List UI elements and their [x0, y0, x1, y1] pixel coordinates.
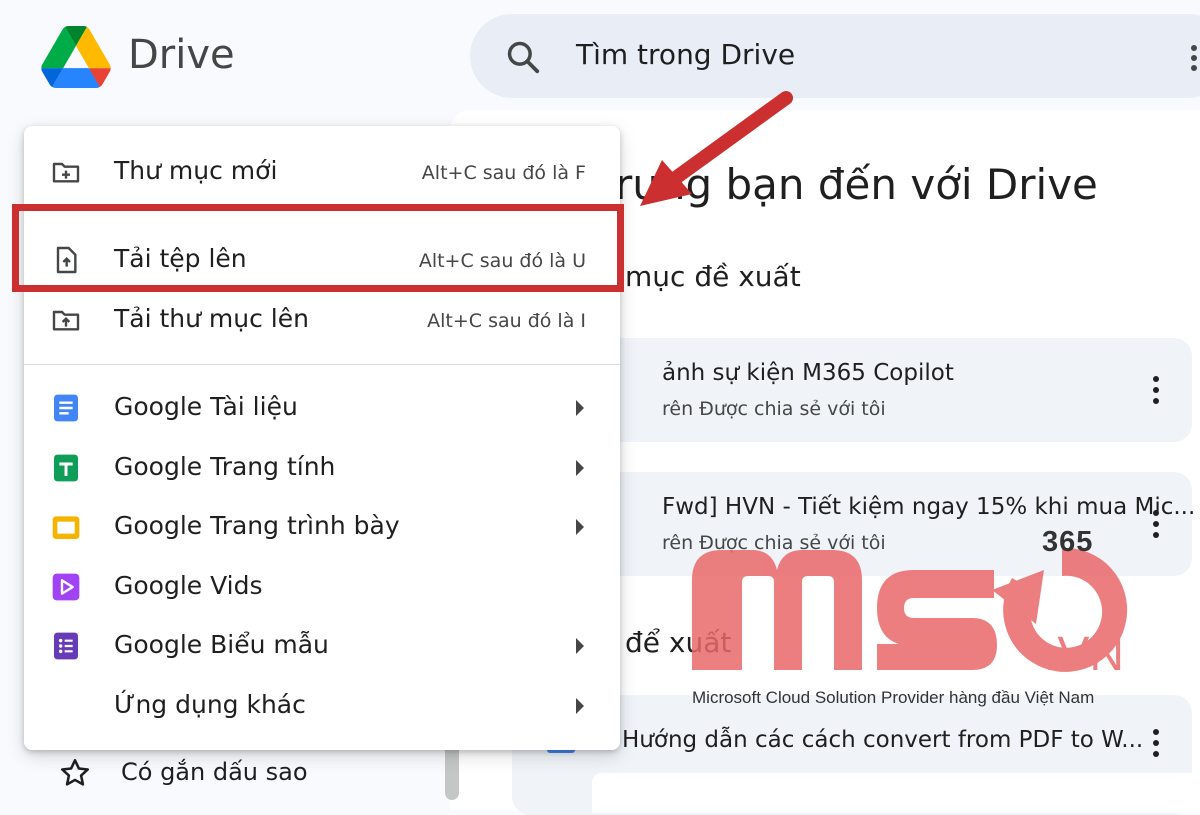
menu-shortcut: Alt+C sau đó là F: [421, 162, 586, 184]
drive-logo-icon: [41, 26, 111, 88]
submenu-arrow-icon: [576, 400, 584, 416]
google-sheets-icon: [54, 454, 78, 482]
file-preview: [592, 773, 1200, 813]
card-title: Fwd] HVN - Tiết kiệm ngay 15% khi mua Mi…: [662, 494, 1196, 520]
menu-label: Tải thư mục lên: [114, 304, 309, 333]
submenu-arrow-icon: [576, 698, 584, 714]
menu-label: Thư mục mới: [114, 156, 278, 185]
menu-item-google-docs[interactable]: Google Tài liệu: [24, 378, 620, 436]
card-subtitle: rên Được chia sẻ với tôi: [662, 398, 886, 420]
more-options-icon[interactable]: [1152, 508, 1160, 540]
menu-item-folder-upload[interactable]: Tải thư mục lên Alt+C sau đó là I: [24, 290, 620, 348]
file-title: Hướng dẫn các cách convert from PDF to W…: [622, 727, 1144, 753]
star-icon: [60, 758, 90, 786]
menu-item-google-forms[interactable]: Google Biểu mẫu: [24, 616, 620, 674]
menu-divider: [24, 364, 620, 365]
search-input[interactable]: Tìm trong Drive: [576, 38, 795, 71]
menu-item-new-folder[interactable]: Thư mục mới Alt+C sau đó là F: [24, 142, 620, 200]
menu-item-google-sheets[interactable]: Google Trang tính: [24, 438, 620, 496]
more-options-icon[interactable]: [1152, 374, 1160, 406]
brand-name: Drive: [128, 32, 235, 78]
menu-label: Ứng dụng khác: [114, 690, 306, 719]
card-title: ảnh sự kiện M365 Copilot: [662, 360, 954, 386]
annotation-arrow-icon: [640, 91, 793, 206]
google-forms-icon: [54, 632, 78, 660]
menu-shortcut: Alt+C sau đó là I: [427, 310, 586, 332]
folder-upload-icon: [52, 310, 80, 331]
menu-item-google-slides[interactable]: Google Trang trình bày: [24, 497, 620, 555]
menu-label: Google Trang trình bày: [114, 511, 400, 540]
menu-label: Google Biểu mẫu: [114, 630, 329, 659]
highlight-box: [12, 204, 624, 292]
search-options-icon[interactable]: [1190, 44, 1198, 72]
google-docs-icon: [54, 394, 78, 422]
submenu-arrow-icon: [576, 519, 584, 535]
new-folder-icon: [52, 162, 80, 183]
google-vids-icon: [52, 573, 80, 601]
sidebar-item-starred[interactable]: Có gắn dấu sao: [121, 758, 308, 786]
search-bar[interactable]: Tìm trong Drive: [470, 14, 1200, 98]
google-slides-icon: [52, 516, 80, 539]
menu-label: Google Vids: [114, 571, 263, 600]
menu-item-google-vids[interactable]: Google Vids: [24, 557, 620, 615]
menu-item-more-apps[interactable]: Ứng dụng khác: [24, 676, 620, 734]
card-subtitle: rên Được chia sẻ với tôi: [662, 532, 886, 554]
menu-label: Google Tài liệu: [114, 392, 298, 421]
suggested-files-heading: để xuất: [625, 626, 732, 659]
suggested-folders-heading: mục đề xuất: [625, 260, 801, 293]
submenu-arrow-icon: [576, 460, 584, 476]
submenu-arrow-icon: [576, 638, 584, 654]
menu-label: Google Trang tính: [114, 452, 336, 481]
more-options-icon[interactable]: [1152, 727, 1160, 759]
search-icon[interactable]: [504, 38, 542, 76]
